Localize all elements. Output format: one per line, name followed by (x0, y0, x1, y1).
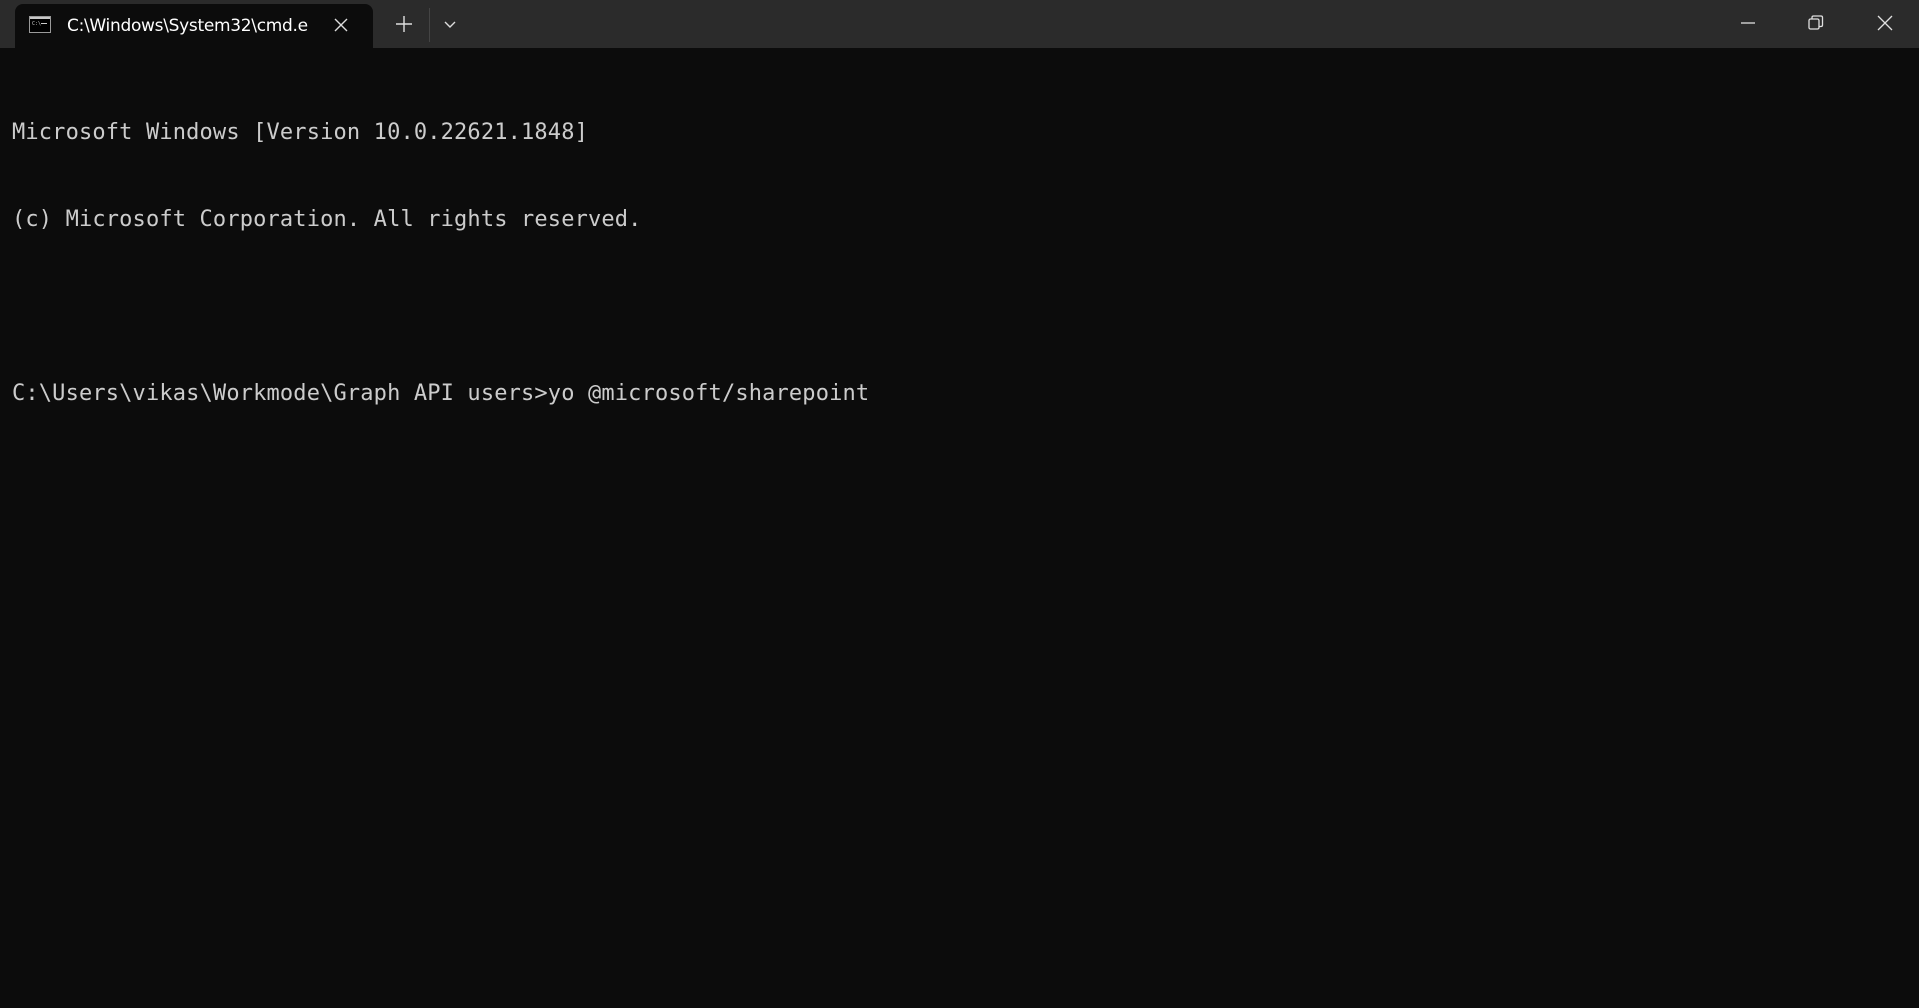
minimize-icon (1741, 22, 1755, 24)
console-line: Microsoft Windows [Version 10.0.22621.18… (12, 120, 588, 145)
tab-close-icon[interactable] (331, 15, 351, 35)
close-icon (1877, 15, 1893, 31)
restore-button[interactable] (1782, 0, 1850, 46)
tab-title: C:\Windows\System32\cmd.e (67, 16, 308, 36)
console-output[interactable]: Microsoft Windows [Version 10.0.22621.18… (12, 60, 869, 437)
svg-text:C:\: C:\ (32, 21, 41, 27)
chevron-down-icon[interactable] (440, 14, 460, 34)
minimize-button[interactable] (1714, 0, 1782, 46)
divider (429, 8, 430, 42)
restore-icon (1808, 15, 1824, 30)
command-prompt-line: C:\Users\vikas\Workmode\Graph API users>… (12, 381, 870, 406)
console-line: (c) Microsoft Corporation. All rights re… (12, 207, 642, 232)
tab-cmd[interactable]: C:\ C:\Windows\System32\cmd.e (15, 4, 373, 48)
close-button[interactable] (1851, 0, 1919, 46)
plus-icon[interactable] (392, 12, 416, 36)
title-bar: C:\ C:\Windows\System32\cmd.e (0, 0, 1919, 48)
terminal-icon: C:\ (29, 16, 51, 33)
